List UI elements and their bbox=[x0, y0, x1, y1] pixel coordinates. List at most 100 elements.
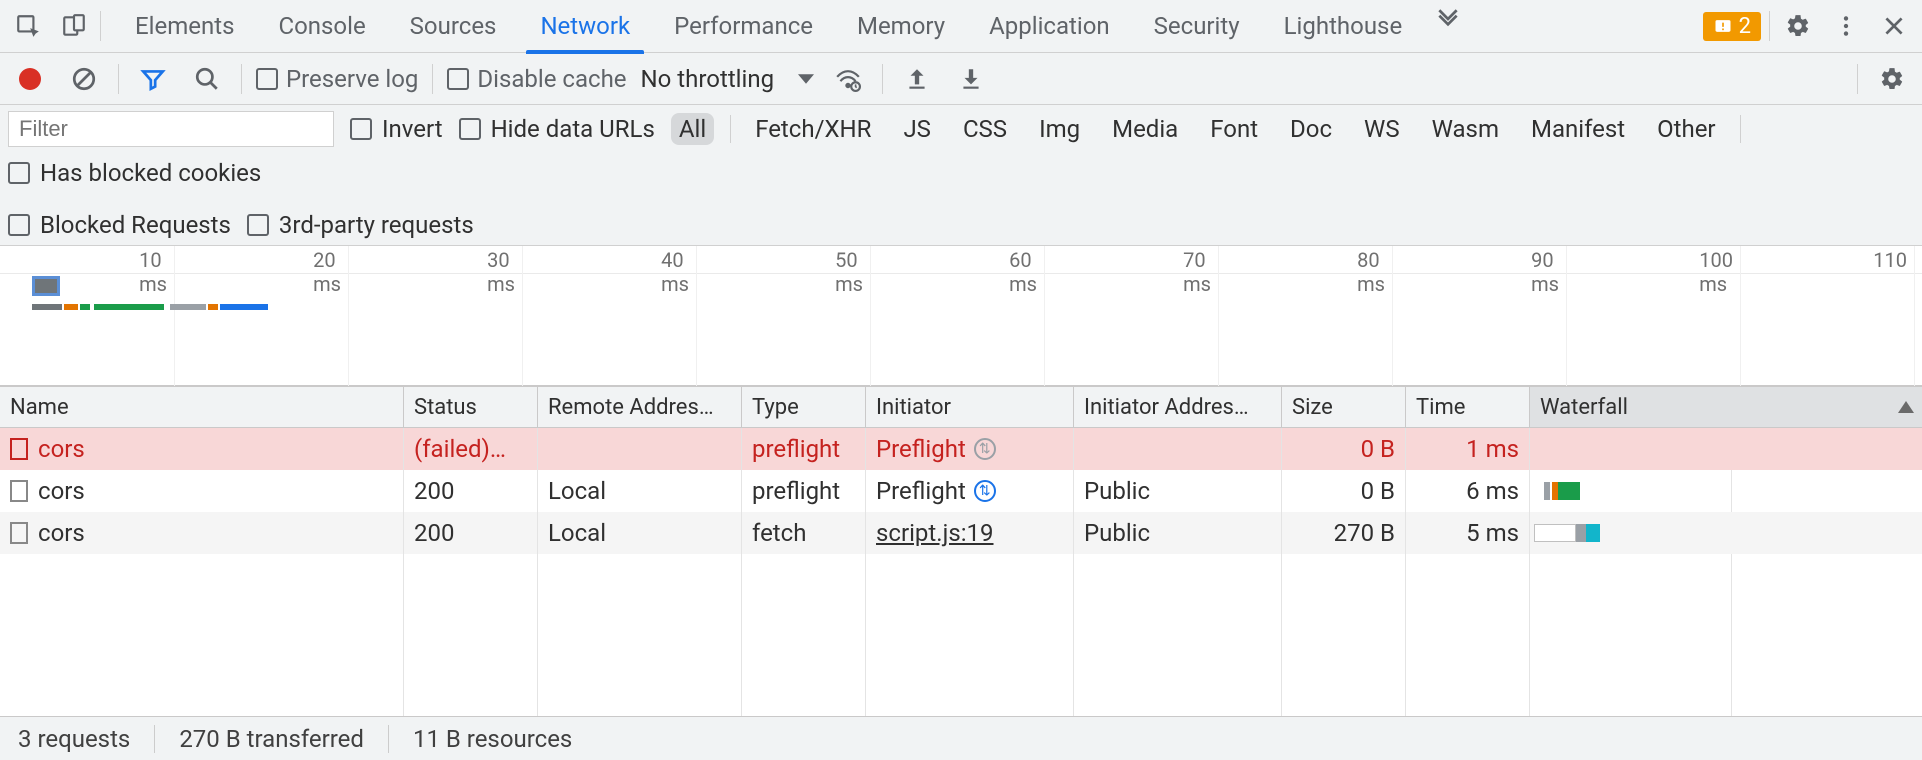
initiator-link[interactable]: script.js:19 bbox=[876, 519, 994, 547]
cell-name: cors bbox=[0, 512, 404, 554]
download-har-icon[interactable] bbox=[951, 59, 991, 99]
filter-input[interactable] bbox=[8, 111, 334, 147]
filter-type-all[interactable]: All bbox=[671, 113, 714, 145]
blocked-requests-checkbox[interactable]: Blocked Requests bbox=[8, 211, 231, 239]
issues-badge[interactable]: 2 bbox=[1703, 12, 1761, 41]
preflight-link-icon[interactable]: ⇅ bbox=[974, 438, 996, 460]
filter-type-fetch-xhr[interactable]: Fetch/XHR bbox=[747, 113, 879, 145]
device-toolbar-icon[interactable] bbox=[54, 6, 94, 46]
filter-type-css[interactable]: CSS bbox=[955, 113, 1015, 145]
filter-type-js[interactable]: JS bbox=[895, 113, 939, 145]
waterfall-bar bbox=[1534, 524, 1576, 542]
network-filterbar: Invert Hide data URLs All Fetch/XHR JS C… bbox=[0, 105, 1922, 246]
cell-time: 1 ms bbox=[1406, 428, 1530, 470]
divider bbox=[432, 64, 433, 94]
table-row[interactable]: cors (failed)… preflight Preflight⇅ 0 B … bbox=[0, 428, 1922, 470]
cell-remote: Local bbox=[538, 512, 742, 554]
filter-type-other[interactable]: Other bbox=[1649, 113, 1723, 145]
status-requests: 3 requests bbox=[18, 725, 130, 753]
filter-type-font[interactable]: Font bbox=[1202, 113, 1266, 145]
search-icon[interactable] bbox=[187, 59, 227, 99]
cell-initiator[interactable]: Preflight ⇅ bbox=[866, 470, 1074, 512]
table-header: Name Status Remote Addres… Type Initiato… bbox=[0, 386, 1922, 428]
cell-status: 200 bbox=[404, 512, 538, 554]
overview-selection[interactable] bbox=[32, 276, 60, 296]
more-tabs-icon[interactable] bbox=[1424, 0, 1472, 40]
close-icon[interactable] bbox=[1874, 6, 1914, 46]
disable-cache-checkbox[interactable]: Disable cache bbox=[447, 65, 626, 93]
preserve-log-checkbox[interactable]: Preserve log bbox=[256, 65, 418, 93]
disable-cache-label: Disable cache bbox=[477, 65, 626, 93]
request-name: cors bbox=[38, 519, 85, 547]
network-settings-gear-icon[interactable] bbox=[1872, 59, 1912, 99]
col-status[interactable]: Status bbox=[404, 387, 538, 427]
divider bbox=[388, 725, 389, 753]
divider bbox=[118, 64, 119, 94]
devtools-tabstrip: Elements Console Sources Network Perform… bbox=[0, 0, 1922, 53]
col-initiator-address[interactable]: Initiator Addres… bbox=[1074, 387, 1282, 427]
tick-label: 80 ms bbox=[1357, 248, 1385, 296]
clear-icon[interactable] bbox=[64, 59, 104, 99]
tick-label: 30 ms bbox=[487, 248, 515, 296]
initiator-text: Preflight bbox=[876, 435, 966, 463]
table-row[interactable]: cors 200 Local preflight Preflight⇅ Publ… bbox=[0, 470, 1922, 512]
overview-bar bbox=[220, 304, 268, 310]
col-remote-address[interactable]: Remote Addres… bbox=[538, 387, 742, 427]
network-conditions-icon[interactable] bbox=[828, 59, 868, 99]
throttling-select[interactable]: No throttling bbox=[641, 65, 815, 93]
tab-sources[interactable]: Sources bbox=[388, 0, 519, 53]
filter-type-img[interactable]: Img bbox=[1031, 113, 1088, 145]
col-name[interactable]: Name bbox=[0, 387, 404, 427]
third-party-checkbox[interactable]: 3rd-party requests bbox=[247, 211, 474, 239]
upload-har-icon[interactable] bbox=[897, 59, 937, 99]
preflight-link-icon[interactable]: ⇅ bbox=[974, 480, 996, 502]
cell-initiator[interactable]: script.js:19 bbox=[866, 512, 1074, 554]
tab-memory[interactable]: Memory bbox=[835, 0, 967, 53]
cell-name: cors bbox=[0, 470, 404, 512]
initiator-text: Preflight bbox=[876, 477, 966, 505]
third-party-label: 3rd-party requests bbox=[279, 211, 474, 239]
inspect-element-icon[interactable] bbox=[8, 6, 48, 46]
cell-remote bbox=[538, 428, 742, 470]
divider bbox=[882, 64, 883, 94]
filter-icon[interactable] bbox=[133, 59, 173, 99]
settings-gear-icon[interactable] bbox=[1778, 6, 1818, 46]
invert-checkbox[interactable]: Invert bbox=[350, 115, 443, 143]
col-initiator[interactable]: Initiator bbox=[866, 387, 1074, 427]
checkbox-icon bbox=[247, 214, 269, 236]
cell-status: 200 bbox=[404, 470, 538, 512]
has-blocked-cookies-label: Has blocked cookies bbox=[40, 159, 261, 187]
tab-console[interactable]: Console bbox=[256, 0, 387, 53]
timeline-ticks: 10 ms 20 ms 30 ms 40 ms 50 ms 60 ms 70 m… bbox=[0, 246, 1922, 274]
document-icon bbox=[10, 438, 28, 460]
kebab-menu-icon[interactable] bbox=[1826, 6, 1866, 46]
cell-type: preflight bbox=[742, 428, 866, 470]
tab-network[interactable]: Network bbox=[518, 0, 652, 53]
cell-initiator-address: Public bbox=[1074, 512, 1282, 554]
tab-application[interactable]: Application bbox=[967, 0, 1132, 53]
has-blocked-cookies-checkbox[interactable]: Has blocked cookies bbox=[8, 159, 261, 187]
divider bbox=[1769, 11, 1770, 41]
timeline-overview[interactable]: 10 ms 20 ms 30 ms 40 ms 50 ms 60 ms 70 m… bbox=[0, 246, 1922, 386]
filter-type-manifest[interactable]: Manifest bbox=[1523, 113, 1633, 145]
filter-type-media[interactable]: Media bbox=[1104, 113, 1186, 145]
divider bbox=[1857, 64, 1858, 94]
network-request-table: Name Status Remote Addres… Type Initiato… bbox=[0, 386, 1922, 716]
tab-lighthouse[interactable]: Lighthouse bbox=[1262, 0, 1425, 53]
checkbox-icon bbox=[447, 68, 469, 90]
col-size[interactable]: Size bbox=[1282, 387, 1406, 427]
record-button[interactable] bbox=[10, 59, 50, 99]
col-type[interactable]: Type bbox=[742, 387, 866, 427]
tab-elements[interactable]: Elements bbox=[113, 0, 256, 53]
filter-type-wasm[interactable]: Wasm bbox=[1424, 113, 1507, 145]
hide-data-urls-checkbox[interactable]: Hide data URLs bbox=[459, 115, 655, 143]
filter-type-ws[interactable]: WS bbox=[1356, 113, 1408, 145]
col-waterfall[interactable]: Waterfall bbox=[1530, 387, 1922, 427]
col-time[interactable]: Time bbox=[1406, 387, 1530, 427]
table-row[interactable]: cors 200 Local fetch script.js:19 Public… bbox=[0, 512, 1922, 554]
cell-waterfall bbox=[1530, 428, 1922, 470]
filter-type-doc[interactable]: Doc bbox=[1282, 113, 1340, 145]
tab-performance[interactable]: Performance bbox=[652, 0, 835, 53]
cell-initiator[interactable]: Preflight ⇅ bbox=[866, 428, 1074, 470]
tab-security[interactable]: Security bbox=[1132, 0, 1262, 53]
